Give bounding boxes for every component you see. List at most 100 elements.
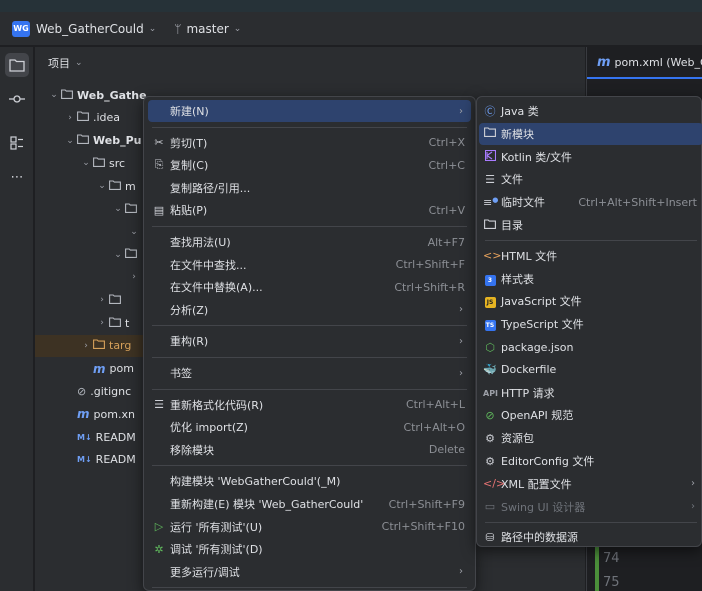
menu-item[interactable]: API HTTP 请求 <box>479 382 702 404</box>
menu-item[interactable]: 在文件中替换(A)... Ctrl+Shift+R <box>148 276 471 298</box>
chevron-down-icon[interactable]: ⌄ <box>47 90 61 100</box>
module-icon <box>61 88 73 102</box>
menu-item[interactable]: ▷ 运行 '所有测试'(U) Ctrl+Shift+F10 <box>148 516 471 538</box>
chevron-down-icon[interactable]: ⌄ <box>79 158 93 168</box>
new-submenu: Ⓒ Java 类新模块 Kotlin 类/文件 ☰ 文件 ≡● 临时文件 Ctrl+Alt+S… <box>476 96 702 547</box>
menu-item[interactable]: 书签 › <box>148 362 471 384</box>
menu-item-icon: API <box>483 389 499 399</box>
menu-item-icon: ▷ <box>154 520 164 534</box>
project-badge[interactable]: WG <box>12 20 30 37</box>
menu-item-icon: JS <box>483 294 497 309</box>
menu-item[interactable]: JS JavaScript 文件 <box>479 290 702 312</box>
chevron-down-icon[interactable]: ⌄ <box>111 204 125 214</box>
tree-item-label: t <box>125 316 130 330</box>
project-panel-header[interactable]: 项目 ⌄ <box>35 47 585 79</box>
menu-item[interactable]: ⎘ 复制(C) Ctrl+C <box>148 154 471 176</box>
menu-item-label: 新模块 <box>501 127 534 141</box>
menu-item-icon: ⚙ <box>485 454 495 468</box>
menu-item[interactable]: 目录 <box>479 214 702 236</box>
folder-icon <box>109 180 121 193</box>
menu-item-label: 更多运行/调试 <box>170 565 240 579</box>
menu-item-icon: ▭ <box>484 500 496 514</box>
folder-icon <box>125 202 137 216</box>
menu-item-label: 重构(R) <box>170 335 209 349</box>
folder-icon[interactable] <box>5 53 29 77</box>
more-icon[interactable]: ⋯ <box>5 165 29 189</box>
menu-item[interactable]: ⬡ package.json <box>479 336 702 358</box>
menu-item[interactable]: <> HTML 文件 <box>479 245 702 267</box>
menu-item[interactable]: Ⓒ Java 类 <box>479 100 702 122</box>
menu-item[interactable]: Kotlin 类/文件 <box>479 146 702 168</box>
menu-item-shortcut: Ctrl+Shift+F9 <box>388 497 465 511</box>
menu-item-label: Dockerfile <box>501 363 557 377</box>
maven-icon: m <box>597 54 611 70</box>
chevron-right-icon[interactable]: › <box>127 272 141 282</box>
tree-item-label: pom <box>109 362 134 376</box>
menu-item-icon: ☰ <box>485 172 495 186</box>
menu-item[interactable]: </> XML 配置文件 › <box>479 473 702 495</box>
menu-item[interactable]: ✂ 剪切(T) Ctrl+X <box>148 132 471 154</box>
menu-item-label: 查找用法(U) <box>170 236 231 249</box>
menu-item-label: 目录 <box>501 219 523 232</box>
chevron-right-icon[interactable]: › <box>95 295 109 305</box>
chevron-right-icon[interactable]: › <box>95 318 109 328</box>
menu-item-shortcut: Ctrl+C <box>428 158 465 172</box>
menu-item[interactable]: ≡● 临时文件 Ctrl+Alt+Shift+Insert <box>479 191 702 213</box>
menu-item[interactable]: 新建(N) › <box>148 100 471 122</box>
menu-item[interactable]: 构建模块 'WebGatherCould'(_M) <box>148 470 471 492</box>
chevron-down-icon[interactable]: ⌄ <box>234 24 242 34</box>
menu-item[interactable]: 3 样式表 <box>479 268 702 290</box>
menu-item[interactable]: 复制路径/引用... <box>148 177 471 199</box>
menu-item[interactable]: ⊘ OpenAPI 规范 <box>479 404 702 426</box>
project-name[interactable]: Web_GatherCould <box>36 22 144 36</box>
menu-item[interactable]: ▤ 粘贴(P) Ctrl+V <box>148 199 471 221</box>
menu-item[interactable]: 重新构建(E) 模块 'Web_GatherCould' Ctrl+Shift+F… <box>148 493 471 515</box>
menu-item-shortcut: Alt+F7 <box>427 235 465 249</box>
editor-tab[interactable]: m pom.xml (Web_C <box>587 47 702 79</box>
branch-icon: ᛘ <box>174 21 182 36</box>
line-number: 74 <box>603 551 620 566</box>
menu-item-icon: ≡● <box>483 195 499 209</box>
menu-item-label: 复制(C) <box>170 159 209 173</box>
menu-item[interactable]: 🐳 Dockerfile <box>479 359 702 381</box>
menu-item[interactable]: ▭ Swing UI 设计器 › <box>479 496 702 518</box>
menu-item[interactable]: 分析(Z) › <box>148 299 471 321</box>
chevron-right-icon[interactable]: › <box>79 341 93 351</box>
chevron-down-icon[interactable]: ⌄ <box>63 136 77 146</box>
menu-item[interactable]: 查找用法(U) Alt+F7 <box>148 231 471 253</box>
menu-item[interactable]: ⚙ 资源包 <box>479 427 702 449</box>
menu-item[interactable]: ⚙ EditorConfig 文件 <box>479 450 702 472</box>
menu-item[interactable]: TS TypeScript 文件 <box>479 313 702 335</box>
chevron-right-icon: › <box>459 367 463 379</box>
menu-item[interactable]: 优化 import(Z) Ctrl+Alt+O <box>148 416 471 438</box>
menu-item[interactable]: 在文件中查找... Ctrl+Shift+F <box>148 254 471 276</box>
menu-item-label: HTTP 请求 <box>501 386 555 400</box>
menu-item[interactable]: 更多运行/调试 › <box>148 561 471 583</box>
chevron-down-icon[interactable]: ⌄ <box>111 250 125 260</box>
menu-item[interactable]: ☰ 重新格式化代码(R) Ctrl+Alt+L <box>148 394 471 416</box>
branch-name[interactable]: master <box>186 22 228 36</box>
editor-tab-label: pom.xml (Web_C <box>614 55 702 69</box>
chevron-down-icon[interactable]: ⌄ <box>75 58 83 68</box>
menu-item[interactable]: 新模块 <box>479 122 702 145</box>
chevron-down-icon[interactable]: ⌄ <box>95 181 109 191</box>
chevron-down-icon[interactable]: ⌄ <box>149 24 157 34</box>
menu-item[interactable]: 重构(R) › <box>148 330 471 352</box>
menu-item-shortcut: Ctrl+Alt+L <box>405 398 465 412</box>
commit-icon[interactable] <box>5 87 29 111</box>
menu-item[interactable]: ✲ 调试 '所有测试'(D) <box>148 538 471 560</box>
menu-item-shortcut: Ctrl+V <box>428 203 465 217</box>
menu-item[interactable]: 移除模块 Delete <box>148 439 471 461</box>
chevron-right-icon: › <box>459 304 463 316</box>
menu-separator <box>485 521 697 523</box>
menu-item-icon: ⛁ <box>485 530 495 544</box>
menu-item-shortcut: Delete <box>428 443 465 457</box>
chevron-down-icon[interactable]: ⌄ <box>127 227 141 237</box>
menu-item[interactable]: ⛁ 路径中的数据源 <box>479 526 702 548</box>
structure-icon[interactable] <box>5 131 29 155</box>
tree-item-label: pom.xn <box>93 407 135 421</box>
chevron-right-icon[interactable]: › <box>63 113 77 123</box>
menu-item-shortcut: Ctrl+X <box>428 136 465 150</box>
menu-item[interactable]: ☰ 文件 <box>479 168 702 190</box>
menu-item-label: 构建模块 'WebGatherCould'(_M) <box>170 475 341 489</box>
